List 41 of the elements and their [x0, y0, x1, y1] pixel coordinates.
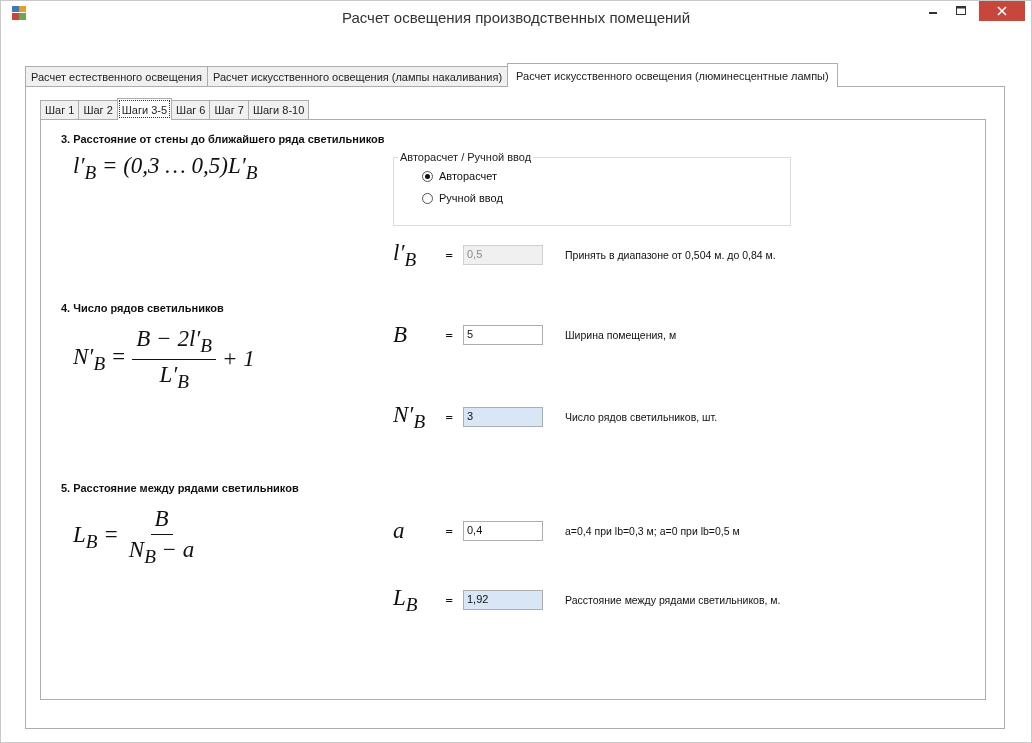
- radio-icon[interactable]: [422, 170, 433, 182]
- group-title: Авторасчет / Ручной ввод: [399, 151, 533, 163]
- app-icon: [11, 5, 27, 21]
- tab[interactable]: Расчет искусственного освещения (лампы накаливания): [206, 66, 509, 86]
- radio-icon[interactable]: [422, 192, 433, 204]
- radio-option[interactable]: Авторасчет: [422, 165, 790, 187]
- equals-sign: =: [445, 525, 455, 537]
- step-tab[interactable]: Шаг 1: [40, 100, 80, 119]
- value-field[interactable]: 0,4: [463, 521, 543, 541]
- section-heading: 5. Расстояние между рядами светильников: [61, 482, 300, 494]
- value-field[interactable]: 5: [463, 325, 543, 345]
- formula: L$_{B}$ = B N$_{B}$ − a: [72, 506, 196, 568]
- equals-sign: =: [445, 411, 455, 423]
- value-field[interactable]: 3: [463, 407, 543, 427]
- section-heading: 3. Расстояние от стены до ближайшего ряда светильников: [61, 133, 386, 145]
- field-hint: Расстояние между рядами светильников, м.: [565, 594, 781, 606]
- variable-symbol: a: [393, 518, 406, 544]
- field-hint: Число рядов светильников, шт.: [565, 411, 718, 423]
- field-hint: a=0,4 при lb=0,3 м; a=0 при lb=0,5 м: [565, 525, 740, 537]
- variable-symbol: N′$_{B}$: [393, 401, 427, 433]
- field-hint: Принять в диапазоне от 0,504 м. до 0,84 м.: [565, 249, 776, 261]
- equals-sign: =: [445, 249, 455, 261]
- field-hint: Ширина помещения, м: [565, 329, 677, 341]
- formula: l′$_{B}$ = (0,3 … 0,5)L′$_{B}$: [72, 153, 259, 184]
- variable-symbol: l′$_{B}$: [393, 239, 418, 271]
- variable-symbol: L$_{B}$: [393, 584, 419, 616]
- radio-option[interactable]: Ручной ввод: [422, 187, 790, 209]
- step-tab[interactable]: Шаг 7: [209, 100, 249, 119]
- step-tab[interactable]: Шаги 8-10: [247, 100, 310, 119]
- section-heading: 4. Число рядов светильников: [61, 302, 225, 314]
- value-field[interactable]: 1,92: [463, 590, 543, 610]
- tab[interactable]: Расчет естественного освещения: [25, 66, 208, 86]
- close-icon: [997, 6, 1007, 16]
- equals-sign: =: [445, 329, 455, 341]
- variable-symbol: B: [393, 322, 409, 348]
- tab[interactable]: Расчет искусственного освещения (люминесцентные лампы): [507, 63, 838, 87]
- step-tab[interactable]: Шаги 3-5: [116, 98, 173, 120]
- window-title: Расчет освещения производственных помещений: [341, 9, 691, 26]
- maximize-icon: [956, 6, 966, 16]
- equals-sign: =: [445, 594, 455, 606]
- step-tab[interactable]: Шаг 2: [78, 100, 118, 119]
